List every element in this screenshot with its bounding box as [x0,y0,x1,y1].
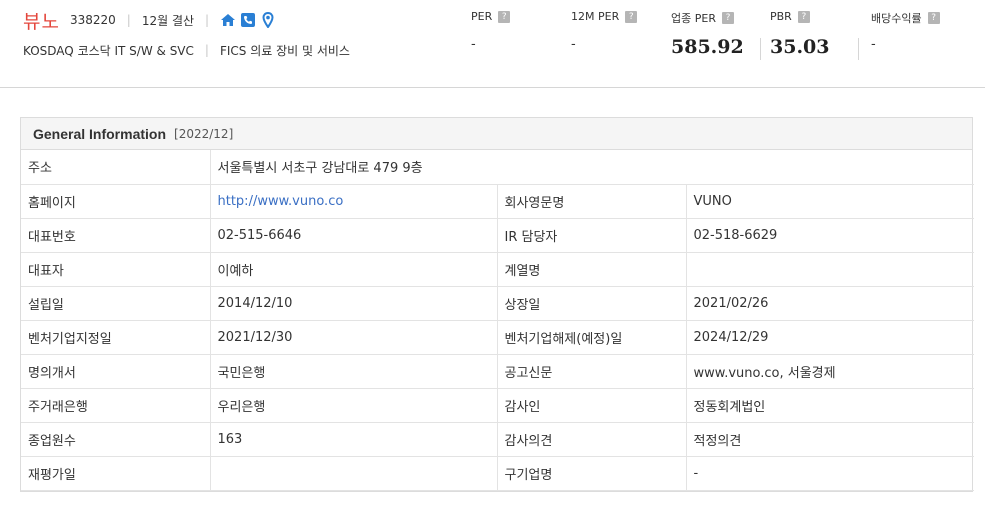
help-icon[interactable]: ? [927,12,940,24]
metric-value: 585.92 [671,36,744,58]
field-label: 대표자 [21,252,211,287]
company-title-line: 뷰노 338220 | 12월 결산 | [23,8,276,33]
metric-label: 12M PER [571,10,620,23]
stock-code: 338220 [69,13,116,27]
table-row: 명의개서 국민은행 공고신문 www.vuno.co, 서울경제 [21,354,975,389]
table-row: 벤처기업지정일 2021/12/30 벤처기업해제(예정)일 2024/12/29 [21,320,975,355]
field-value: 163 [210,422,498,457]
field-label: 구기업명 [497,456,687,491]
company-links [220,11,276,29]
metric-industry-per: 업종 PER? 585.92 [671,10,744,58]
divider [760,38,761,60]
company-header: 뷰노 338220 | 12월 결산 | KOSDAQ 코스닥 IT S/W &… [0,0,985,88]
field-value: 02-518-6629 [686,218,975,253]
field-value: 국민은행 [210,354,498,389]
metric-dividend-yield: 배당수익률? - [871,10,940,52]
homepage-link[interactable]: http://www.vuno.co [210,184,498,219]
table-row: 대표자 이예하 계열명 [21,252,975,287]
help-icon[interactable]: ? [797,10,810,23]
field-label: IR 담당자 [497,218,687,253]
metric-label: PER [471,10,493,23]
divider [858,38,859,60]
field-value: 2014/12/10 [210,286,498,321]
map-pin-icon[interactable] [260,11,276,29]
help-icon[interactable]: ? [721,12,734,24]
metric-value: 35.03 [770,36,830,58]
field-value: 2021/02/26 [686,286,975,321]
field-label: 상장일 [497,286,687,321]
phone-icon[interactable] [240,12,256,28]
table-row: 종업원수 163 감사의견 적정의견 [21,422,975,457]
field-label: 공고신문 [497,354,687,389]
table-row: 홈페이지 http://www.vuno.co 회사영문명 VUNO [21,184,975,219]
field-label: 설립일 [21,286,211,321]
field-label: 주거래은행 [21,388,211,423]
field-label: 주소 [21,150,211,185]
field-value [686,252,975,287]
fics-sector: FICS 의료 장비 및 서비스 [219,43,350,58]
field-label: 재평가일 [21,456,211,491]
field-value: www.vuno.co, 서울경제 [686,354,975,389]
table-row: 재평가일 구기업명 - [21,456,975,491]
field-label: 감사의견 [497,422,687,457]
market-sector: KOSDAQ 코스닥 IT S/W & SVC [23,43,194,58]
company-name: 뷰노 [23,10,60,33]
help-icon[interactable]: ? [625,10,638,23]
field-value: 적정의견 [686,422,975,457]
field-value: 02-515-6646 [210,218,498,253]
field-label: 벤처기업지정일 [21,320,211,355]
metric-12m-per: 12M PER? - [571,10,638,52]
table-row: 주소 서울특별시 서초구 강남대로 479 9층 [21,150,975,185]
panel-header: General Information [2022/12] [21,118,972,150]
field-label: 홈페이지 [21,184,211,219]
metric-value: - [871,37,876,52]
metric-label: 업종 PER [671,12,716,25]
metric-pbr: PBR? 35.03 [770,10,830,58]
metric-value: - [471,37,476,52]
field-label: 명의개서 [21,354,211,389]
field-value: 2024/12/29 [686,320,975,355]
field-label: 벤처기업해제(예정)일 [497,320,687,355]
metric-value: - [571,37,576,52]
field-label: 계열명 [497,252,687,287]
fiscal-month: 12월 결산 [141,13,195,28]
classification-line: KOSDAQ 코스닥 IT S/W & SVC | FICS 의료 장비 및 서… [23,41,350,59]
field-value: 이예하 [210,252,498,287]
general-information-panel: General Information [2022/12] 주소 서울특별시 서… [20,117,975,492]
home-icon[interactable] [220,12,236,28]
field-value [210,456,498,491]
field-value: 서울특별시 서초구 강남대로 479 9층 [210,150,975,185]
field-value: 2021/12/30 [210,320,498,355]
field-value: 정동회계법인 [686,388,975,423]
divider: | [126,13,131,27]
field-label: 감사인 [497,388,687,423]
field-label: 종업원수 [21,422,211,457]
divider: | [204,43,209,57]
metric-label: 배당수익률 [871,12,922,25]
metric-label: PBR [770,10,792,23]
field-value: VUNO [686,184,975,219]
table-row: 대표번호 02-515-6646 IR 담당자 02-518-6629 [21,218,975,253]
field-label: 회사영문명 [497,184,687,219]
field-value: 우리은행 [210,388,498,423]
divider: | [205,13,210,27]
metric-per: PER? - [471,10,511,52]
field-label: 대표번호 [21,218,211,253]
field-value: - [686,456,975,491]
info-table: 주소 서울특별시 서초구 강남대로 479 9층 홈페이지 http://www.… [21,150,975,491]
panel-date: [2022/12] [174,126,234,141]
help-icon[interactable]: ? [498,10,511,23]
table-row: 주거래은행 우리은행 감사인 정동회계법인 [21,388,975,423]
panel-title: General Information [33,125,167,142]
table-row: 설립일 2014/12/10 상장일 2021/02/26 [21,286,975,321]
